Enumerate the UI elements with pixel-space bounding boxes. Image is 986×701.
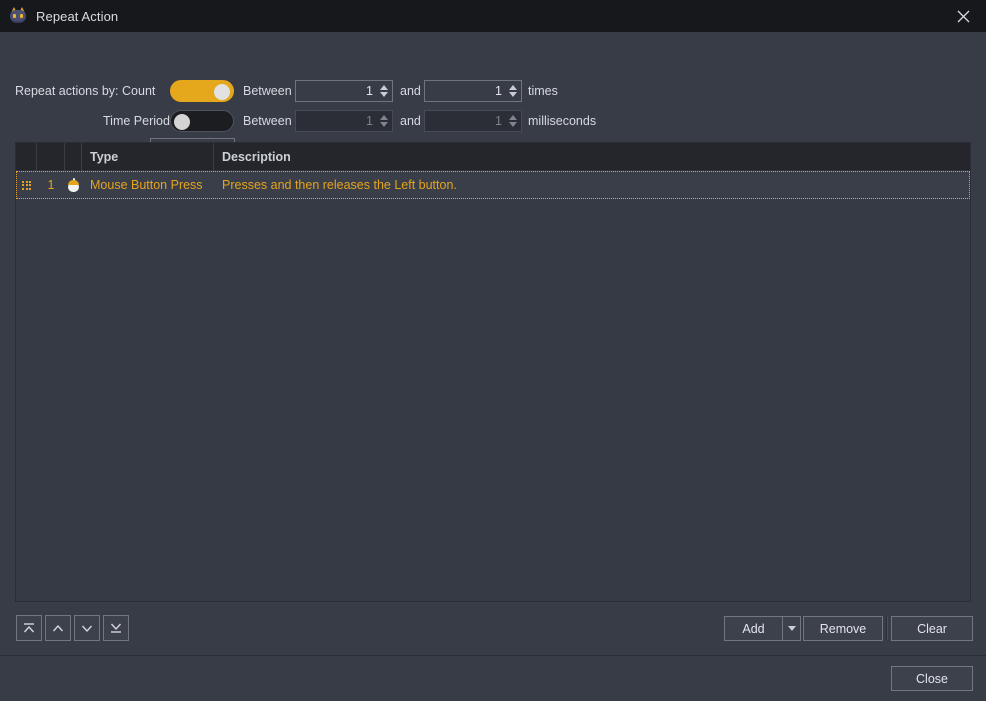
row-type: Mouse Button Press [90,178,203,192]
app-mascot-icon [9,7,27,25]
toggle-knob [174,114,190,130]
row-drag-handle-icon[interactable] [16,171,37,199]
column-header-handle[interactable] [16,143,37,171]
clear-button[interactable]: Clear [891,616,973,641]
count-unit-label: times [528,84,558,98]
toggle-knob [214,84,230,100]
time-to-value: 1 [495,114,502,128]
count-to-stepper[interactable]: 1 [424,80,522,102]
repeat-options: Repeat actions by: Count Between 1 and 1… [0,32,986,160]
table-row[interactable]: 1 Mouse Button Press Presses and then re… [16,171,970,199]
count-between-label: Between [243,84,292,98]
time-and-label: and [400,114,421,128]
time-mode-label: Time Period [103,114,170,128]
window-title: Repeat Action [36,8,119,24]
stepper-arrows-icon[interactable] [377,81,390,101]
count-from-stepper[interactable]: 1 [295,80,393,102]
count-mode-toggle[interactable] [170,80,234,102]
row-description: Presses and then releases the Left butto… [222,178,457,192]
column-header-type[interactable]: Type [82,143,214,171]
time-unit-label: milliseconds [528,114,597,128]
remove-button[interactable]: Remove [803,616,883,641]
time-between-label: Between [243,114,292,128]
move-up-button[interactable] [45,615,71,641]
count-mode-label: Repeat actions by: Count [15,84,156,98]
move-to-bottom-button[interactable] [103,615,129,641]
move-down-button[interactable] [74,615,100,641]
mouse-icon [65,171,82,199]
titlebar: Repeat Action [0,0,986,32]
column-header-icon[interactable] [65,143,82,171]
stepper-arrows-icon[interactable] [506,111,519,131]
footer-divider [0,655,986,656]
count-to-value: 1 [495,84,502,98]
stepper-arrows-icon[interactable] [506,81,519,101]
row-index: 1 [47,178,55,192]
table-header: Type Description [16,143,970,171]
time-mode-toggle[interactable] [170,110,234,132]
table-body: 1 Mouse Button Press Presses and then re… [16,171,970,199]
count-from-value: 1 [366,84,373,98]
time-from-value: 1 [366,114,373,128]
column-header-description[interactable]: Description [214,143,970,171]
stepper-arrows-icon[interactable] [377,111,390,131]
close-button[interactable]: Close [891,666,973,691]
close-icon[interactable] [940,0,986,32]
time-to-stepper[interactable]: 1 [424,110,522,132]
move-to-top-button[interactable] [16,615,42,641]
column-header-index[interactable] [37,143,65,171]
repeat-action-dialog: Repeat Action Repeat actions by: Count B… [0,0,986,701]
chevron-down-icon [787,626,796,631]
actions-table: Type Description 1 Mouse Button Press Pr… [15,142,971,602]
add-dropdown-button[interactable] [782,616,801,641]
toolbar-divider [886,617,888,640]
count-and-label: and [400,84,421,98]
time-from-stepper[interactable]: 1 [295,110,393,132]
add-button[interactable]: Add [724,616,783,641]
